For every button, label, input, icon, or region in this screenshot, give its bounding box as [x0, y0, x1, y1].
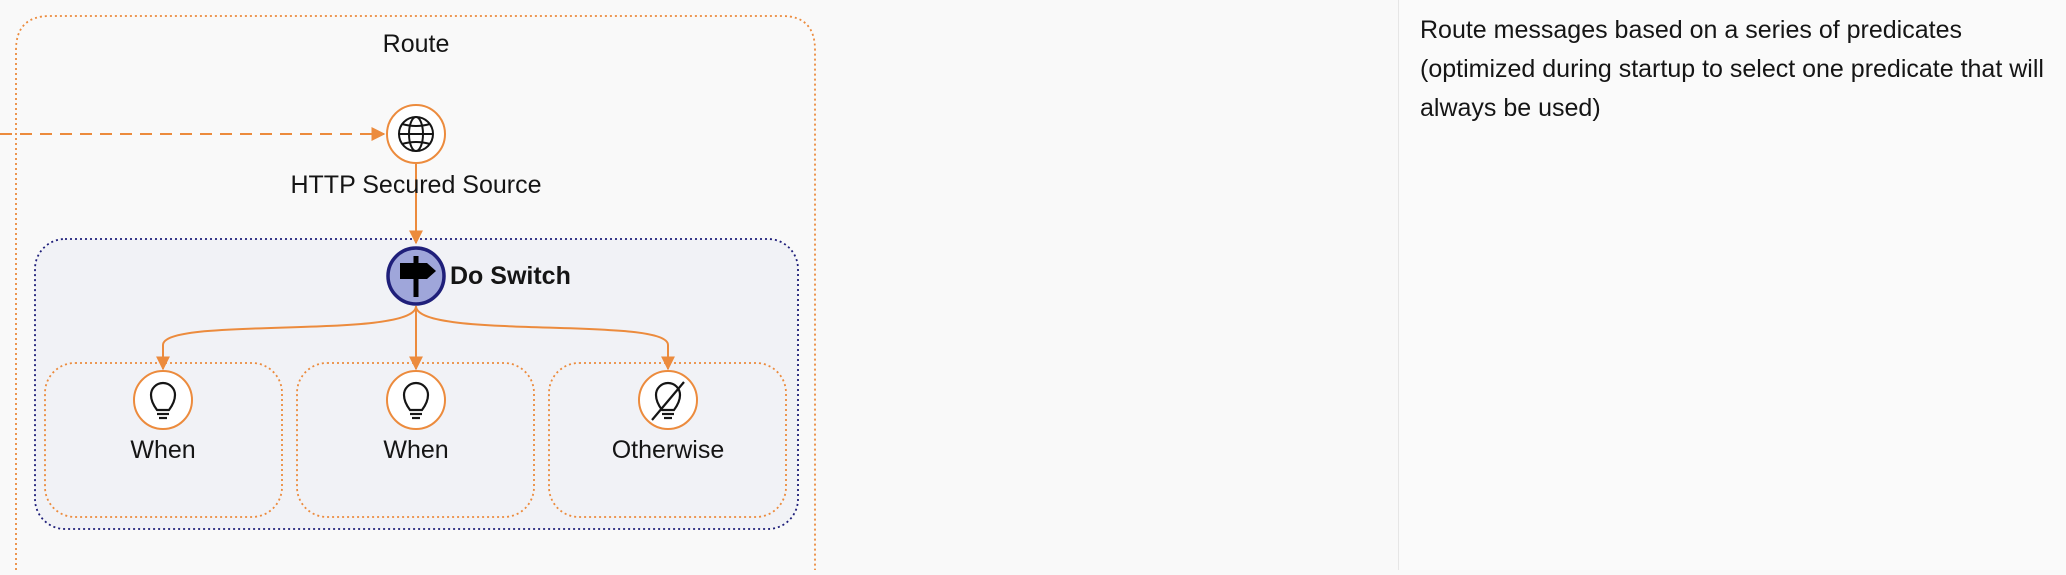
source-label: HTTP Secured Source: [290, 171, 541, 199]
route-label: Route: [383, 30, 450, 58]
side-panel: Route messages based on a series of pred…: [1399, 0, 2066, 570]
branch-label-when-2: When: [383, 436, 448, 464]
branch-label-otherwise: Otherwise: [612, 436, 725, 464]
route-diagram: Route HTTP Secured Source Do Switch When…: [0, 15, 816, 575]
branch-label-when-1: When: [130, 436, 195, 464]
switch-label: Do Switch: [450, 262, 571, 290]
step-description: Route messages based on a series of pred…: [1420, 16, 2044, 122]
branch-node-when-1[interactable]: When: [130, 370, 196, 464]
diagram-canvas[interactable]: Route HTTP Secured Source Do Switch When…: [0, 0, 1398, 575]
branch-node-when-2[interactable]: When: [383, 370, 449, 464]
